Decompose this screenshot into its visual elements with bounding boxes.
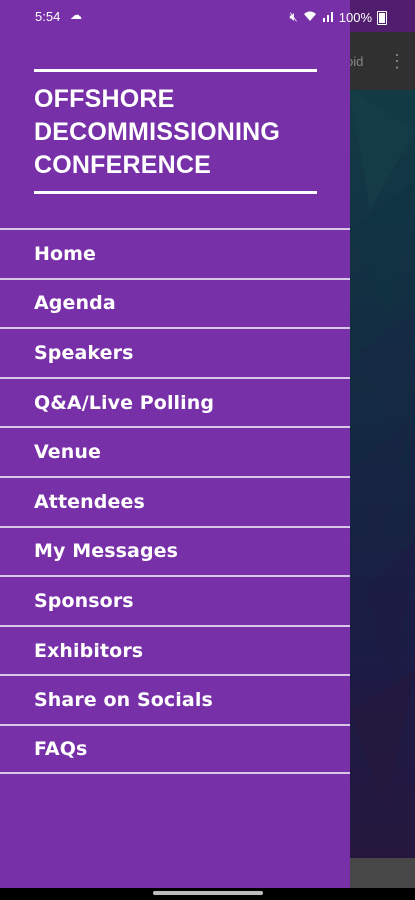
battery-icon (377, 11, 387, 25)
home-gesture-handle[interactable] (153, 891, 263, 895)
wifi-icon (303, 10, 317, 25)
menu-item-label: Agenda (34, 292, 116, 315)
drawer-header: OFFSHORE DECOMMISSIONING CONFERENCE (34, 69, 317, 194)
cloud-icon: ☁ (70, 8, 82, 22)
menu-item-venue[interactable]: Venue (0, 426, 350, 476)
conference-title: OFFSHORE DECOMMISSIONING CONFERENCE (34, 83, 317, 182)
header-rule-bottom (34, 191, 317, 194)
menu-item-faqs[interactable]: FAQs (0, 723, 350, 774)
menu-item-share-on-socials[interactable]: Share on Socials (0, 674, 350, 724)
header-rule-top (34, 69, 317, 72)
menu-item-label: Q&A/Live Polling (34, 391, 215, 414)
menu-item-label: My Messages (34, 540, 179, 563)
title-line: DECOMMISSIONING (34, 118, 281, 146)
menu-item-label: Home (34, 242, 97, 265)
menu-item-label: Share on Socials (34, 689, 213, 712)
menu-item-speakers[interactable]: Speakers (0, 327, 350, 377)
title-line: CONFERENCE (34, 151, 212, 179)
menu-item-label: Attendees (34, 490, 145, 513)
menu-item-label: Exhibitors (34, 639, 144, 662)
menu-item-attendees[interactable]: Attendees (0, 475, 350, 526)
status-bar: 5:54 ☁ 🔇︎ 100% (0, 0, 415, 32)
menu-item-exhibitors[interactable]: Exhibitors (0, 624, 350, 675)
status-time: 5:54 (35, 9, 61, 24)
menu-item-sponsors[interactable]: Sponsors (0, 575, 350, 625)
menu-item-home[interactable]: Home (0, 228, 350, 278)
menu-item-my-messages[interactable]: My Messages (0, 525, 350, 576)
menu-item-agenda[interactable]: Agenda (0, 277, 350, 328)
menu-item-label: Sponsors (34, 589, 134, 612)
status-icons: 🔇︎ 100% (290, 9, 387, 25)
menu-item-label: Venue (34, 441, 101, 464)
title-line: OFFSHORE (34, 85, 175, 113)
menu-item-qa-live-polling[interactable]: Q&A/Live Polling (0, 376, 350, 427)
battery-percent: 100% (338, 9, 372, 25)
menu-item-label: Speakers (34, 341, 134, 364)
mute-icon: 🔇︎ (289, 9, 298, 24)
menu-item-label: FAQs (34, 737, 88, 760)
navigation-drawer: OFFSHORE DECOMMISSIONING CONFERENCE Home… (0, 0, 350, 888)
drawer-menu: Home Agenda Speakers Q&A/Live Polling Ve… (0, 228, 350, 774)
signal-icon (322, 10, 334, 25)
